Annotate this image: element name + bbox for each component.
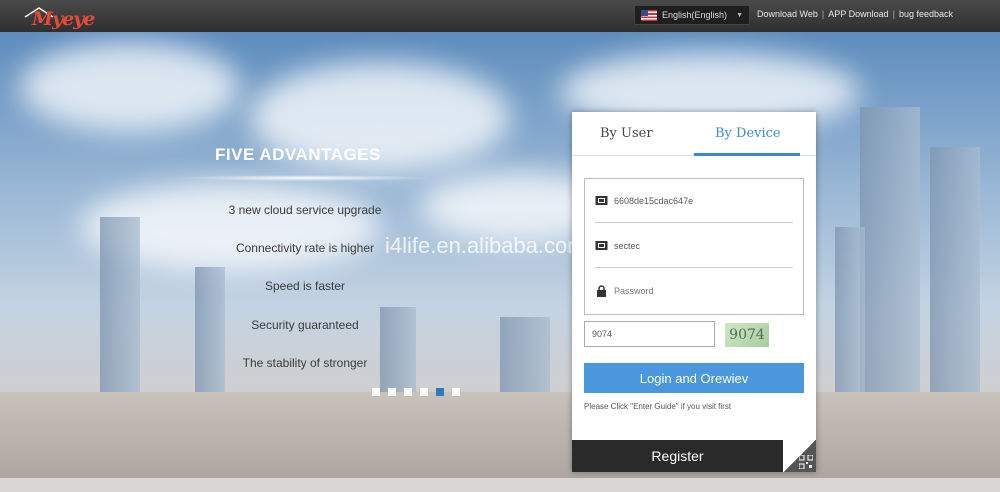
slide-indicator [372, 388, 460, 396]
device-id-field[interactable]: 6608de15cdac647e [595, 179, 793, 223]
tab-by-user[interactable]: By User [600, 126, 653, 141]
password-placeholder: Password [614, 286, 654, 296]
login-button[interactable]: Login and Orewiev [584, 363, 804, 393]
download-web-link[interactable]: Download Web [757, 9, 818, 19]
advantages-title: FIVE ADVANTAGES [215, 145, 381, 164]
slide-dot[interactable] [452, 388, 460, 396]
advantage-item: Security guaranteed [251, 318, 359, 332]
language-select[interactable]: English(English) ▼ [634, 5, 750, 25]
logo-text: Myeye [32, 8, 95, 30]
device-name-field[interactable]: sectec [595, 224, 793, 268]
app-download-link[interactable]: APP Download [828, 9, 888, 19]
title-divider [180, 175, 430, 181]
watermark: i4life.en.alibaba.com [385, 233, 586, 258]
advantage-item: The stability of stronger [242, 356, 368, 370]
link-separator: | [821, 9, 825, 19]
link-separator: | [892, 9, 895, 19]
slide-dot[interactable] [420, 388, 428, 396]
register-button[interactable]: Register [572, 440, 783, 472]
advantage-item: Speed is faster [264, 279, 346, 293]
device-name-value: sectec [614, 240, 641, 251]
top-bar: Myeye English(English) ▼ Download Web | AP… [0, 0, 1000, 32]
device-id-value: 6608de15cdac647e [614, 195, 694, 206]
device-icon [595, 195, 608, 206]
login-panel: By User By Device 6608de15cdac647e secte… [572, 112, 816, 472]
slide-dot[interactable] [388, 388, 396, 396]
captcha-image[interactable]: 9074 [725, 323, 769, 347]
qr-code-toggle[interactable] [783, 440, 816, 472]
slide-dot[interactable] [404, 388, 412, 396]
lock-icon [595, 285, 608, 297]
advantage-item: 3 new cloud service upgrade [228, 203, 382, 217]
top-links: Download Web | APP Download | bug feedback [757, 9, 953, 19]
bug-feedback-link[interactable]: bug feedback [899, 9, 953, 19]
active-tab-indicator [694, 153, 800, 156]
credentials-box: 6608de15cdac647e sectec Password [584, 178, 804, 315]
language-label: English(English) [662, 10, 728, 20]
login-tabs: By User By Device [572, 112, 816, 156]
password-field[interactable]: Password [595, 269, 793, 313]
qr-code-icon [799, 455, 813, 469]
brand-logo[interactable]: Myeye [14, 4, 98, 30]
background-cityscape [0, 32, 1000, 492]
device-icon [595, 240, 608, 251]
chevron-down-icon: ▼ [736, 11, 743, 19]
tab-by-device[interactable]: By Device [715, 126, 781, 141]
us-flag-icon [641, 9, 657, 21]
first-visit-hint: Please Click "Enter Guide" if you visit … [584, 402, 732, 411]
slide-dot[interactable] [372, 388, 380, 396]
captcha-input[interactable]: 9074 [584, 321, 715, 347]
slide-dot-active[interactable] [436, 388, 444, 396]
